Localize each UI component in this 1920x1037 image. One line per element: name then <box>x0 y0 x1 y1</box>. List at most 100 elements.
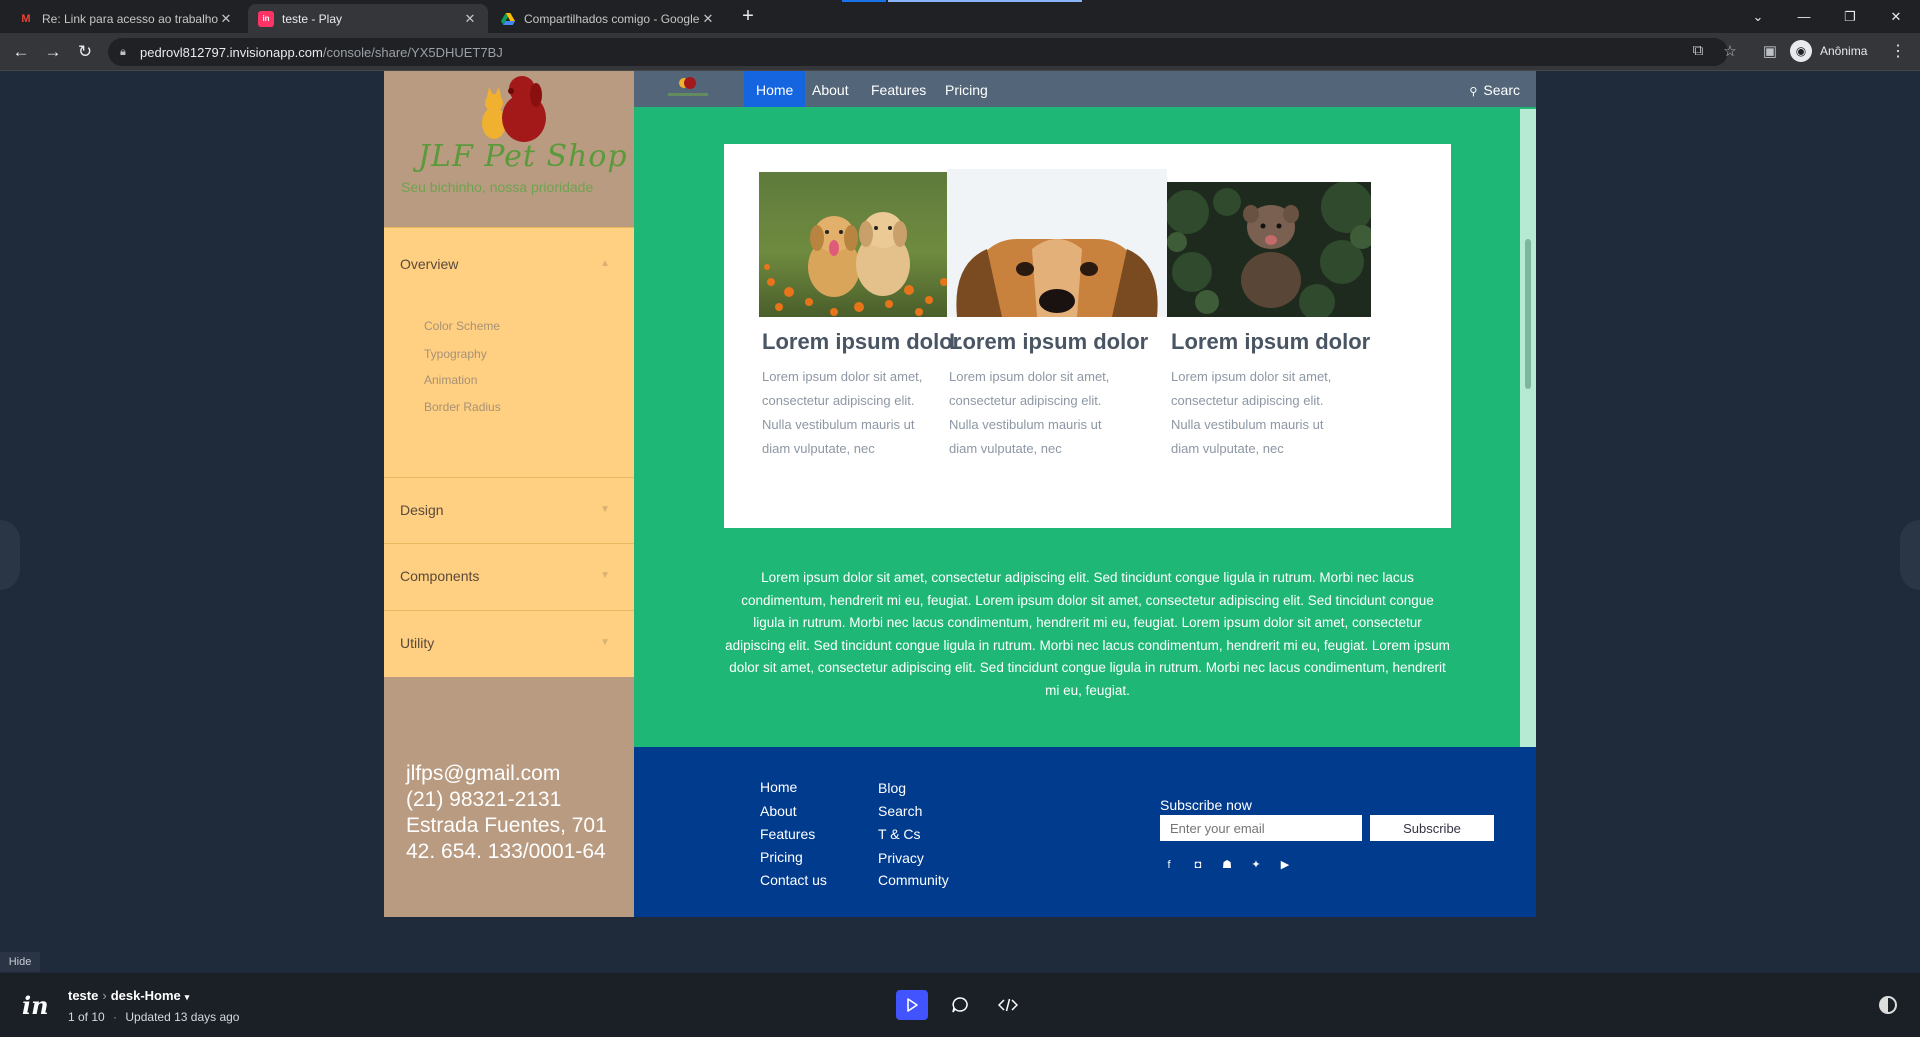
chevron-up-icon[interactable]: ▲ <box>600 258 610 269</box>
sidebar-link-typography[interactable]: Typography <box>424 347 487 361</box>
scrollbar-thumb[interactable] <box>1525 239 1531 389</box>
search-icon: ⚲ <box>1469 86 1478 98</box>
accordion-header-overview[interactable]: Overview <box>400 256 458 272</box>
comment-mode-button[interactable] <box>944 990 976 1020</box>
contact-address: Estrada Fuentes, 701 <box>406 814 607 837</box>
preview-mode-button[interactable] <box>896 990 928 1020</box>
nav-pricing[interactable]: Pricing <box>933 71 1000 107</box>
footer-link-community[interactable]: Community <box>878 872 949 888</box>
subscribe-email-input[interactable] <box>1160 815 1362 841</box>
gmail-icon: M <box>21 12 31 25</box>
tab-search-icon[interactable]: ⌄ <box>1735 0 1781 33</box>
tab-title: Compartilhados comigo - Google <box>524 11 700 26</box>
close-icon[interactable]: ✕ <box>700 11 716 27</box>
reload-button[interactable]: ↻ <box>74 41 96 63</box>
search-label: Searc <box>1483 82 1520 98</box>
invision-logo-icon[interactable]: in <box>22 991 49 1020</box>
browser-menu-icon[interactable]: ⋮ <box>1890 41 1906 61</box>
accordion-utility[interactable]: Utility ▼ <box>384 610 634 677</box>
accordion-header-utility[interactable]: Utility <box>400 635 434 651</box>
close-icon[interactable]: ✕ <box>218 11 234 27</box>
footer-link-blog[interactable]: Blog <box>878 780 906 796</box>
card-title: Lorem ipsum dolor <box>949 329 1149 354</box>
prototype-frame: JLF Pet Shop Seu bichinho, nossa priorid… <box>384 71 1536 917</box>
translate-icon[interactable]: ⧉ <box>1688 42 1708 59</box>
card-text: Lorem ipsum dolor sit amet, consectetur … <box>949 369 1110 456</box>
nav-features[interactable]: Features <box>859 71 938 107</box>
nav-home[interactable]: Home <box>744 71 806 107</box>
lock-icon: 🔒︎ <box>120 45 126 58</box>
project-name[interactable]: teste <box>68 988 98 1003</box>
profile-button[interactable]: ◉ Anônima <box>1790 40 1867 62</box>
facebook-icon[interactable]: f <box>1162 859 1176 871</box>
loading-indicator <box>842 0 886 2</box>
top-navbar: Home About Features Pricing ⚲ Searc <box>634 71 1536 107</box>
contact-email[interactable]: jlfps@gmail.com <box>406 761 607 787</box>
tab-gmail[interactable]: M Re: Link para acesso ao trabalho ✕ <box>8 4 244 33</box>
nav-about[interactable]: About <box>800 71 861 107</box>
tab-title: Re: Link para acesso ao trabalho <box>42 11 218 26</box>
subscribe-button[interactable]: Subscribe <box>1370 815 1494 841</box>
card-title: Lorem ipsum dolor <box>762 329 962 354</box>
card-image-dog-face <box>947 169 1167 317</box>
accordion-header-components[interactable]: Components <box>400 568 479 584</box>
accordion-design[interactable]: Design ▼ <box>384 477 634 543</box>
footer-link-home[interactable]: Home <box>760 779 797 795</box>
snapchat-icon[interactable]: ☗ <box>1220 859 1234 871</box>
page-scrollbar[interactable] <box>1520 109 1536 747</box>
hide-toolbar-button[interactable]: Hide <box>0 952 40 972</box>
minimize-button[interactable]: — <box>1781 0 1827 33</box>
card-title: Lorem ipsum dolor <box>1171 329 1371 354</box>
instagram-icon[interactable]: ◘ <box>1191 859 1205 871</box>
mini-logo-icon[interactable] <box>656 73 716 103</box>
footer-link-contact[interactable]: Contact us <box>760 872 827 888</box>
close-icon[interactable]: ✕ <box>462 11 478 27</box>
contact-info: jlfps@gmail.com (21) 98321-2131 Estrada … <box>406 761 607 865</box>
pet-logo-icon <box>482 76 546 142</box>
sidebar-link-animation[interactable]: Animation <box>424 373 477 387</box>
new-tab-button[interactable]: + <box>738 5 758 28</box>
sidebar-link-border-radius[interactable]: Border Radius <box>424 400 501 414</box>
screen-name[interactable]: desk-Home <box>111 988 181 1003</box>
footer-link-search[interactable]: Search <box>878 803 922 819</box>
incognito-icon: ◉ <box>1790 40 1812 62</box>
accordion-header-design[interactable]: Design <box>400 502 444 518</box>
invision-toolbar: in teste › desk-Home ▾ 1 of 10 · Updated 13… <box>0 973 1920 1037</box>
intro-paragraph: Lorem ipsum dolor sit amet, consectetur … <box>725 570 1450 698</box>
tab-invision[interactable]: in teste - Play ✕ <box>248 4 488 33</box>
next-screen-arrow[interactable] <box>1900 520 1920 590</box>
screen-meta: 1 of 10 · Updated 13 days ago <box>68 1010 239 1024</box>
back-button[interactable]: ← <box>10 41 32 63</box>
nav-search[interactable]: ⚲ Searc <box>1469 71 1520 107</box>
footer-link-features[interactable]: Features <box>760 826 815 842</box>
screen-position: 1 of 10 <box>68 1010 105 1024</box>
inspect-mode-button[interactable] <box>992 990 1024 1020</box>
brand-logo[interactable]: JLF Pet Shop Seu bichinho, nossa priorid… <box>384 71 634 227</box>
forward-button[interactable]: → <box>42 41 64 63</box>
contrast-toggle-icon[interactable] <box>1879 996 1897 1014</box>
chevron-down-icon[interactable]: ▼ <box>600 637 610 648</box>
youtube-icon[interactable]: ▶ <box>1278 859 1292 871</box>
play-icon <box>907 998 918 1012</box>
restore-button[interactable]: ❐ <box>1827 0 1873 33</box>
prev-screen-arrow[interactable] <box>0 520 20 590</box>
contact-phone: (21) 98321-2131 <box>406 788 562 811</box>
bookmark-star-icon[interactable]: ☆ <box>1720 42 1740 60</box>
footer-link-privacy[interactable]: Privacy <box>878 850 924 866</box>
accordion-overview: Overview ▲ Color Scheme Typography Anima… <box>384 227 634 477</box>
chevron-down-icon[interactable]: ▼ <box>600 504 610 515</box>
caret-down-icon[interactable]: ▾ <box>185 992 190 1002</box>
side-panel-icon[interactable]: ▣ <box>1760 42 1780 60</box>
meta-dot: · <box>113 1010 118 1024</box>
twitter-icon[interactable]: ✦ <box>1249 859 1263 871</box>
chevron-down-icon[interactable]: ▼ <box>600 570 610 581</box>
url-bar[interactable]: 🔒︎ pedrovl812797.invisionapp.com/console… <box>108 38 1728 66</box>
sidebar-link-color-scheme[interactable]: Color Scheme <box>424 319 500 333</box>
footer-link-about[interactable]: About <box>760 803 797 819</box>
contact-cnpj: 42. 654. 133/0001-64 <box>406 840 606 863</box>
footer-link-terms[interactable]: T & Cs <box>878 826 921 842</box>
window-close-button[interactable]: ✕ <box>1873 0 1919 33</box>
accordion-components[interactable]: Components ▼ <box>384 543 634 610</box>
tab-google-drive[interactable]: Compartilhados comigo - Google ✕ <box>490 4 726 33</box>
footer-link-pricing[interactable]: Pricing <box>760 849 803 865</box>
